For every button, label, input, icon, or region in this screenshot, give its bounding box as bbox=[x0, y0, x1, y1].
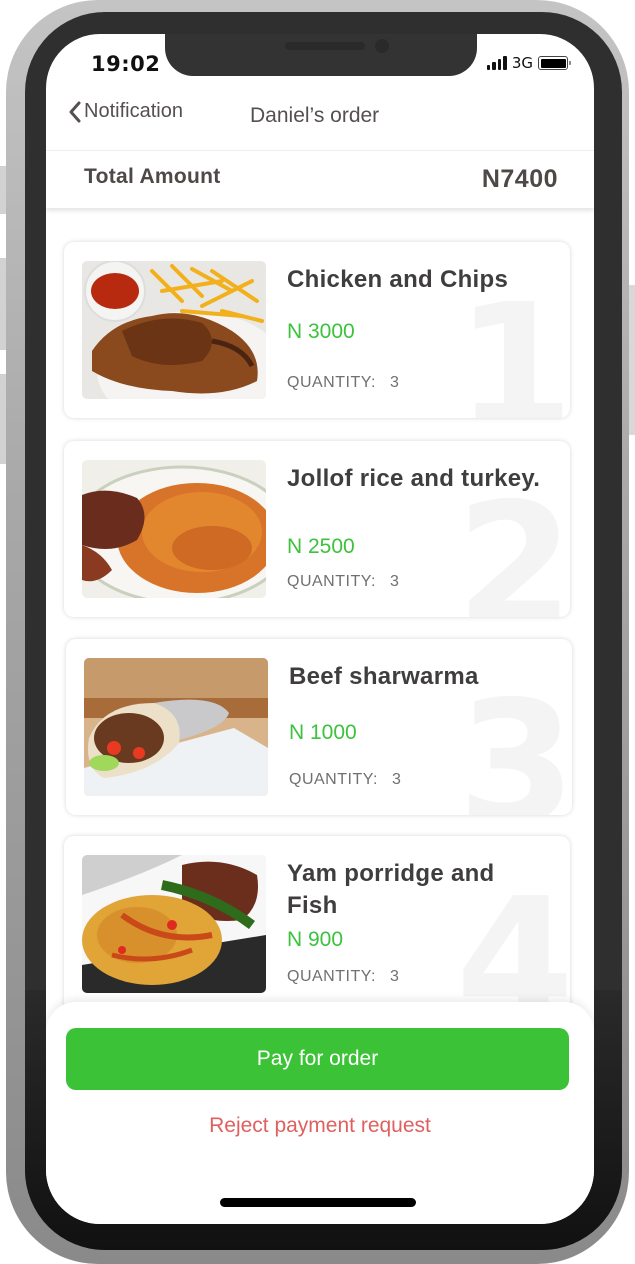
order-item-price: N 2500 bbox=[287, 535, 355, 558]
page-title: Daniel’s order bbox=[250, 104, 380, 127]
order-item-name: Yam porridge and Fish bbox=[287, 860, 495, 919]
chicken-and-chips-photo bbox=[82, 261, 266, 399]
order-item-index: 3 bbox=[457, 665, 572, 815]
order-item-name: Jollof rice and turkey. bbox=[287, 465, 541, 492]
beef-sharwarma-photo bbox=[84, 658, 268, 796]
nav-bar: Notification Daniel’s order bbox=[46, 96, 594, 150]
order-item-card[interactable]: 4 Yam porridge and Fish N 900 QUANTITY: 3 bbox=[64, 836, 570, 1012]
quantity-label: QUANTITY: bbox=[287, 968, 376, 985]
order-item-name: Chicken and Chips bbox=[287, 266, 509, 293]
order-item-price: N 1000 bbox=[289, 721, 357, 744]
network-type: 3G bbox=[511, 54, 533, 72]
quantity-label: QUANTITY: bbox=[289, 771, 378, 788]
order-item-card[interactable]: 2 Jollof rice and turkey. N 2500 QUANTIT… bbox=[64, 441, 570, 617]
order-item-card[interactable]: 1 Chicken and Chips N 3000 QUANTITY: 3 bbox=[64, 242, 570, 418]
reject-payment-request-link[interactable]: Reject payment request bbox=[46, 1114, 594, 1138]
quantity-value: 3 bbox=[389, 374, 400, 391]
order-item-price: N 900 bbox=[287, 928, 344, 951]
order-item-index: 2 bbox=[455, 467, 570, 617]
order-item-name: Beef sharwarma bbox=[289, 663, 479, 690]
quantity-value: 3 bbox=[391, 771, 402, 788]
yam-porridge-photo bbox=[82, 855, 266, 993]
signal-bars-icon bbox=[486, 56, 507, 70]
total-amount-label: Total Amount bbox=[84, 165, 221, 188]
quantity-label: QUANTITY: bbox=[287, 573, 376, 590]
jollof-rice-photo bbox=[82, 460, 266, 598]
total-amount-bar: Total Amount N7400 bbox=[46, 150, 594, 208]
total-amount-value: N7400 bbox=[481, 165, 558, 193]
quantity-value: 3 bbox=[389, 573, 400, 590]
status-time: 19:02 bbox=[91, 52, 161, 76]
order-item-quantity: QUANTITY: 3 bbox=[287, 573, 399, 591]
phone-screen: 19:02 3G Notification Daniel’s order Tot… bbox=[46, 34, 594, 1224]
back-label: Notification bbox=[84, 100, 183, 122]
order-item-index: 1 bbox=[455, 268, 570, 418]
phone-notch bbox=[165, 34, 477, 76]
quantity-value: 3 bbox=[389, 968, 400, 985]
order-item-card[interactable]: 3 Beef sharwarma N 1000 QUANTITY: 3 bbox=[66, 639, 572, 815]
order-item-price: N 3000 bbox=[287, 320, 355, 343]
action-sheet: Pay for order Reject payment request bbox=[46, 1002, 594, 1224]
quantity-label: QUANTITY: bbox=[287, 374, 376, 391]
status-icons: 3G bbox=[486, 54, 571, 72]
order-item-quantity: QUANTITY: 3 bbox=[287, 374, 399, 392]
chevron-left-icon bbox=[69, 101, 81, 122]
order-item-quantity: QUANTITY: 3 bbox=[289, 771, 401, 789]
back-button[interactable]: Notification bbox=[68, 100, 183, 123]
battery-full-icon bbox=[538, 56, 571, 70]
pay-for-order-button[interactable]: Pay for order bbox=[66, 1028, 569, 1090]
order-item-quantity: QUANTITY: 3 bbox=[287, 968, 399, 986]
home-indicator[interactable] bbox=[220, 1198, 416, 1207]
